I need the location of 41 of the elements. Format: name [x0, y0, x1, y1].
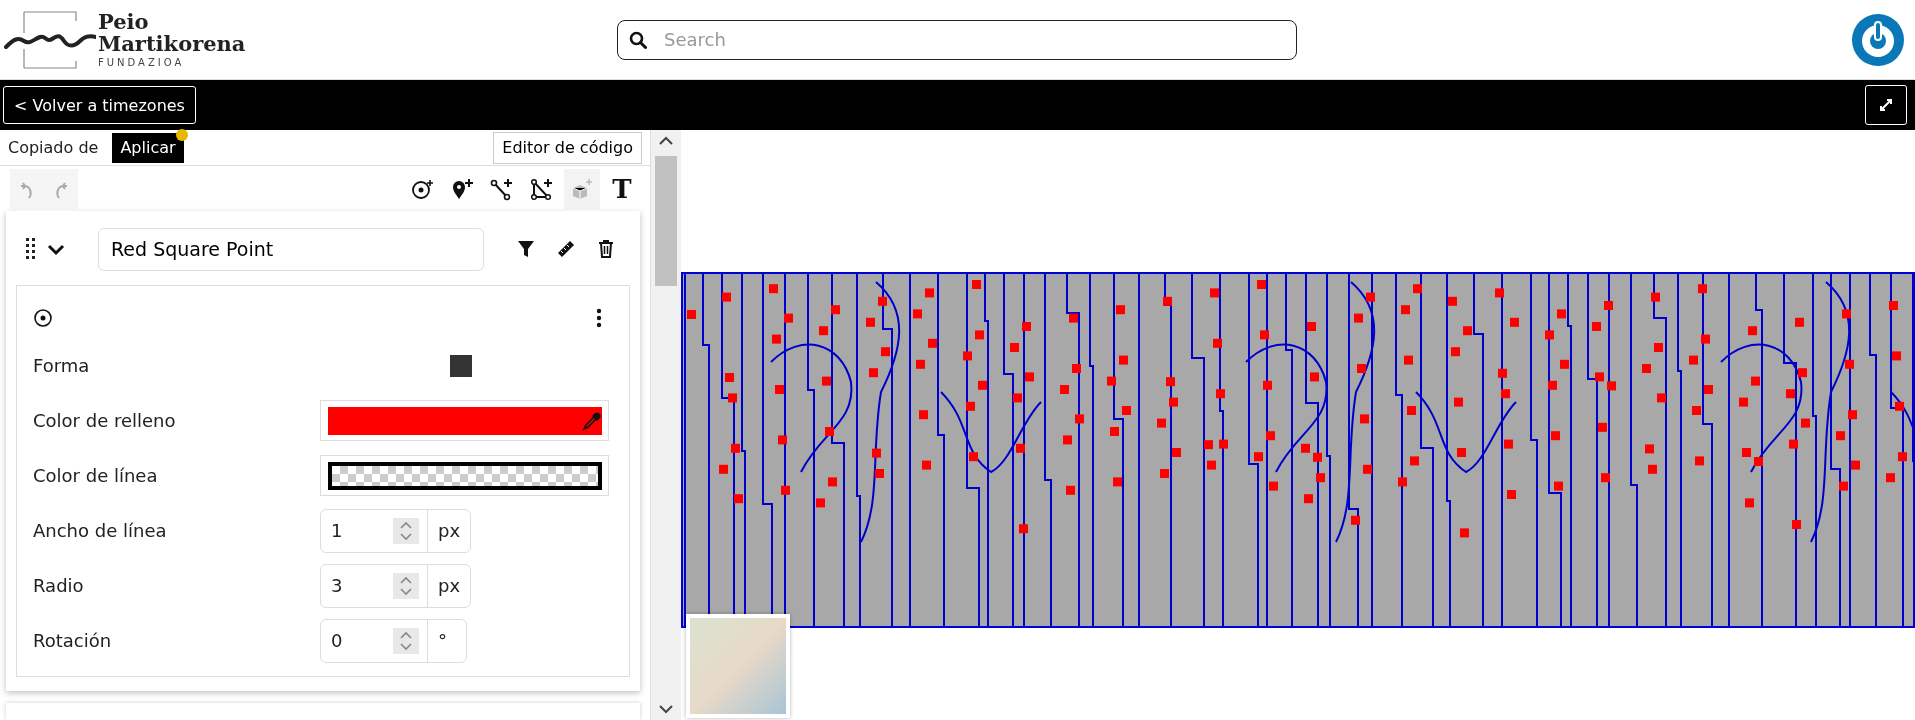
field-label: Forma — [33, 355, 91, 377]
point-icon — [33, 308, 53, 329]
eyedropper-icon — [581, 410, 602, 431]
unit-label: px — [427, 509, 471, 552]
add-polygon-icon — [530, 176, 554, 201]
fullscreen-button[interactable] — [1865, 85, 1907, 125]
logo-tagline: FUNDAZIOA — [98, 57, 186, 68]
vertical-dots-icon — [596, 308, 602, 329]
color-picker[interactable] — [320, 400, 609, 442]
field-label: Color de relleno — [33, 410, 177, 432]
drag-handle-icon[interactable] — [26, 238, 36, 261]
expand-arrows-icon — [1878, 97, 1894, 113]
number-field[interactable]: 1 px — [320, 508, 472, 553]
number-field[interactable]: 3 px — [320, 563, 472, 608]
scrollbar-thumb[interactable] — [655, 156, 677, 286]
scrollbar[interactable] — [651, 130, 681, 720]
logo-text: Martikorena — [98, 33, 246, 55]
add-marker-icon — [450, 176, 474, 201]
field-label: Radio — [33, 575, 85, 597]
number-field[interactable]: 0 ° — [320, 618, 467, 663]
square-shape-icon[interactable] — [450, 354, 472, 377]
logo-mark-icon — [4, 8, 96, 71]
field-label: Color de línea — [33, 465, 159, 487]
unit-label: ° — [427, 619, 466, 662]
search-icon — [629, 30, 647, 49]
back-button[interactable]: < Volver a timezones — [3, 86, 196, 124]
cube-icon — [570, 176, 594, 201]
code-editor-button[interactable]: Editor de código — [493, 131, 642, 164]
copied-from-label: Copiado de — [8, 138, 99, 158]
field-label: Rotación — [33, 630, 113, 652]
add-line-icon — [490, 176, 514, 201]
layer-name-field[interactable]: Red Square Point — [98, 227, 484, 271]
timezone-map-drawing[interactable] — [681, 272, 1915, 628]
power-icon[interactable] — [1851, 12, 1905, 67]
unit-label: px — [427, 564, 471, 607]
field-label: Ancho de línea — [33, 520, 168, 542]
color-picker[interactable] — [320, 455, 609, 497]
search-field[interactable]: Search — [617, 19, 1297, 60]
tool-button[interactable]: T — [604, 168, 640, 209]
trash-icon — [596, 238, 616, 261]
logo-text: Peio — [98, 11, 150, 33]
